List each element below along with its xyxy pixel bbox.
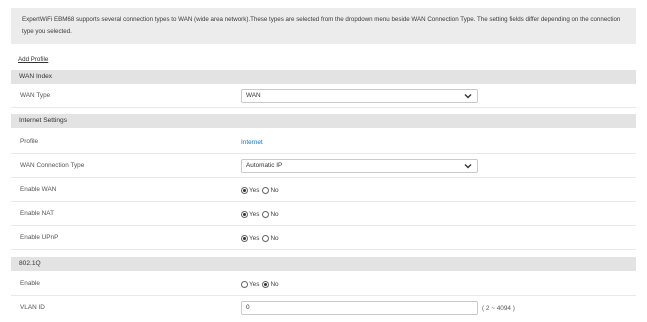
row-wan-type: WAN Type WAN <box>11 84 636 108</box>
enable-wan-yes-label: Yes <box>249 186 260 194</box>
row-vlan-id: VLAN ID 0 ( 2 ~ 4094 ) <box>11 296 636 320</box>
row-wan-connection-type: WAN Connection Type Automatic IP <box>11 154 636 178</box>
radio-checked-icon <box>262 280 270 288</box>
page-description: ExpertWiFi EBM68 supports several connec… <box>11 8 636 44</box>
enable-nat-no-label: No <box>270 210 279 218</box>
section-header-wan-index: WAN Index <box>11 70 636 84</box>
chevron-down-icon <box>464 164 472 169</box>
wan-type-label: WAN Type <box>20 92 51 99</box>
section-header-802-1q: 802.1Q <box>11 257 636 271</box>
wan-type-select[interactable]: WAN <box>241 89 478 103</box>
vlan-enable-label: Enable <box>20 280 40 287</box>
vlan-enable-no-label: No <box>270 280 279 288</box>
wan-connection-type-select[interactable]: Automatic IP <box>241 159 478 173</box>
radio-checked-icon <box>241 210 248 218</box>
vlan-id-input[interactable]: 0 <box>241 301 478 315</box>
row-profile: Profile Internet <box>11 130 636 154</box>
row-enable-upnp: Enable UPnP Yes No <box>11 226 636 250</box>
radio-checked-icon <box>241 234 248 242</box>
enable-nat-no-radio[interactable]: No <box>262 210 279 218</box>
vlan-enable-yes-label: Yes <box>249 280 260 288</box>
vlan-enable-no-radio[interactable]: No <box>262 280 279 288</box>
profile-link[interactable]: Internet <box>241 139 263 146</box>
vlan-id-label: VLAN ID <box>20 304 45 311</box>
profile-label: Profile <box>20 138 39 145</box>
radio-unchecked-icon <box>262 210 270 218</box>
enable-upnp-yes-radio[interactable]: Yes <box>241 234 260 242</box>
wan-connection-type-label: WAN Connection Type <box>20 162 85 169</box>
row-vlan-enable: Enable Yes No <box>11 272 636 296</box>
chevron-down-icon <box>464 94 472 99</box>
vlan-id-range-hint: ( 2 ~ 4094 ) <box>482 304 515 312</box>
wan-type-value: WAN <box>246 92 261 99</box>
enable-wan-no-radio[interactable]: No <box>262 186 279 194</box>
enable-upnp-label: Enable UPnP <box>20 234 59 241</box>
row-enable-nat: Enable NAT Yes No <box>11 202 636 226</box>
section-header-internet-settings: Internet Settings <box>11 114 636 128</box>
radio-unchecked-icon <box>262 234 270 242</box>
wan-connection-type-value: Automatic IP <box>246 162 283 169</box>
radio-unchecked-icon <box>262 186 270 194</box>
enable-upnp-yes-label: Yes <box>249 234 260 242</box>
enable-wan-yes-radio[interactable]: Yes <box>241 186 260 194</box>
enable-upnp-no-radio[interactable]: No <box>262 234 279 242</box>
enable-nat-label: Enable NAT <box>20 210 54 217</box>
radio-checked-icon <box>241 186 248 194</box>
enable-wan-label: Enable WAN <box>20 186 57 193</box>
enable-upnp-no-label: No <box>270 234 279 242</box>
enable-wan-no-label: No <box>270 186 279 194</box>
radio-unchecked-icon <box>241 280 248 288</box>
add-profile-link[interactable]: Add Profile <box>18 56 48 63</box>
enable-nat-yes-radio[interactable]: Yes <box>241 210 260 218</box>
row-enable-wan: Enable WAN Yes No <box>11 178 636 202</box>
vlan-enable-yes-radio[interactable]: Yes <box>241 280 260 288</box>
enable-nat-yes-label: Yes <box>249 210 260 218</box>
